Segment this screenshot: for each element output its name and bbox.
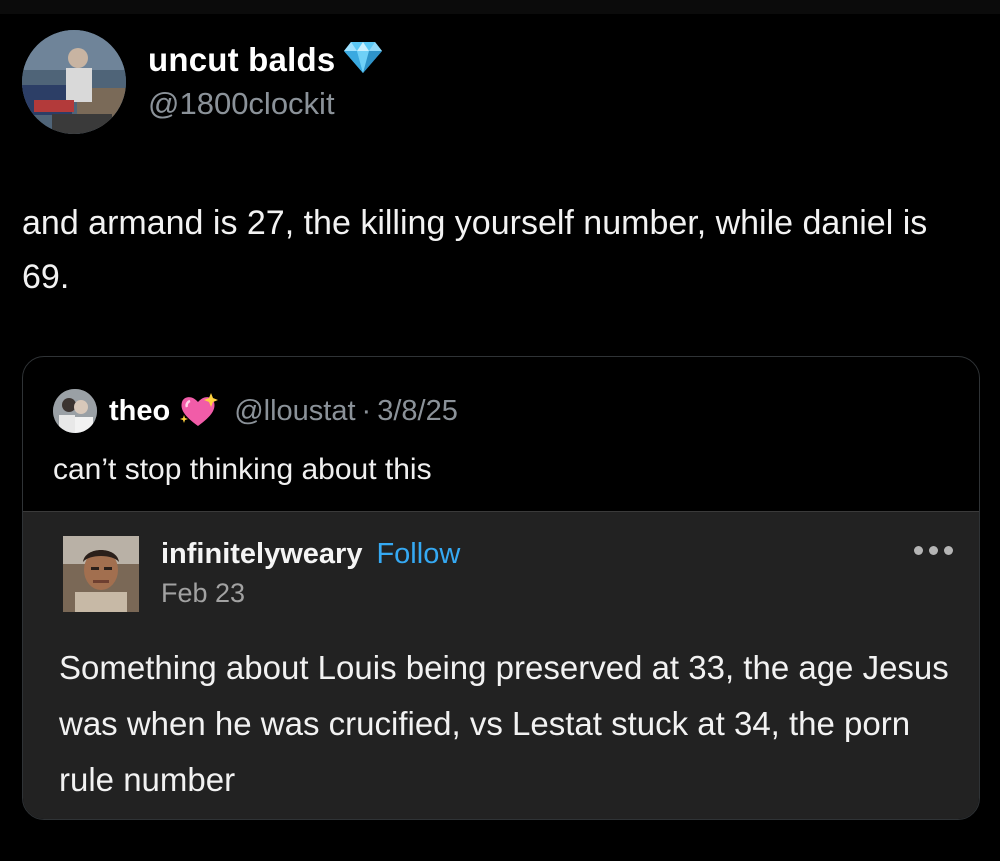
- embed-author-avatar[interactable]: [63, 536, 139, 612]
- quoted-author-name[interactable]: theo: [109, 395, 170, 428]
- embed-post-date: Feb 23: [161, 578, 246, 608]
- author-handle[interactable]: @1800clockit: [148, 86, 335, 122]
- follow-button[interactable]: Follow: [376, 538, 460, 571]
- embed-name-row: infinitelyweary Follow: [161, 538, 460, 571]
- quoted-author-avatar[interactable]: [53, 389, 97, 433]
- author-avatar-image: [22, 30, 126, 134]
- more-options-icon[interactable]: [914, 546, 953, 555]
- quoted-post-text: can’t stop thinking about this: [53, 453, 432, 486]
- embed-post-text: Something about Louis being preserved at…: [59, 649, 949, 798]
- quoted-post[interactable]: theo @lloustat · 3/8/25 can’t stop think…: [22, 356, 980, 820]
- author-name[interactable]: uncut balds: [148, 41, 335, 79]
- quoted-author-avatar-image: [53, 389, 97, 433]
- author-avatar[interactable]: [22, 30, 126, 134]
- embed-author-name[interactable]: infinitelyweary: [161, 538, 362, 571]
- quoted-post-header: theo @lloustat · 3/8/25: [53, 389, 458, 433]
- attached-image[interactable]: infinitelyweary Follow Feb 23 Something …: [23, 511, 979, 819]
- author-name-row: uncut balds: [148, 40, 383, 79]
- quoted-post-date[interactable]: 3/8/25: [377, 395, 458, 428]
- separator-dot: ·: [361, 394, 372, 427]
- quoted-author-handle[interactable]: @lloustat: [234, 395, 355, 428]
- post-text: and armand is 27, the killing yourself n…: [22, 204, 928, 296]
- top-edge: [0, 0, 1000, 14]
- embed-author-avatar-image: [63, 536, 139, 612]
- diamond-icon: [343, 40, 383, 79]
- sparkling-heart-icon: [178, 391, 219, 431]
- tweet: uncut balds @1800clockit and armand is 2…: [0, 0, 1000, 861]
